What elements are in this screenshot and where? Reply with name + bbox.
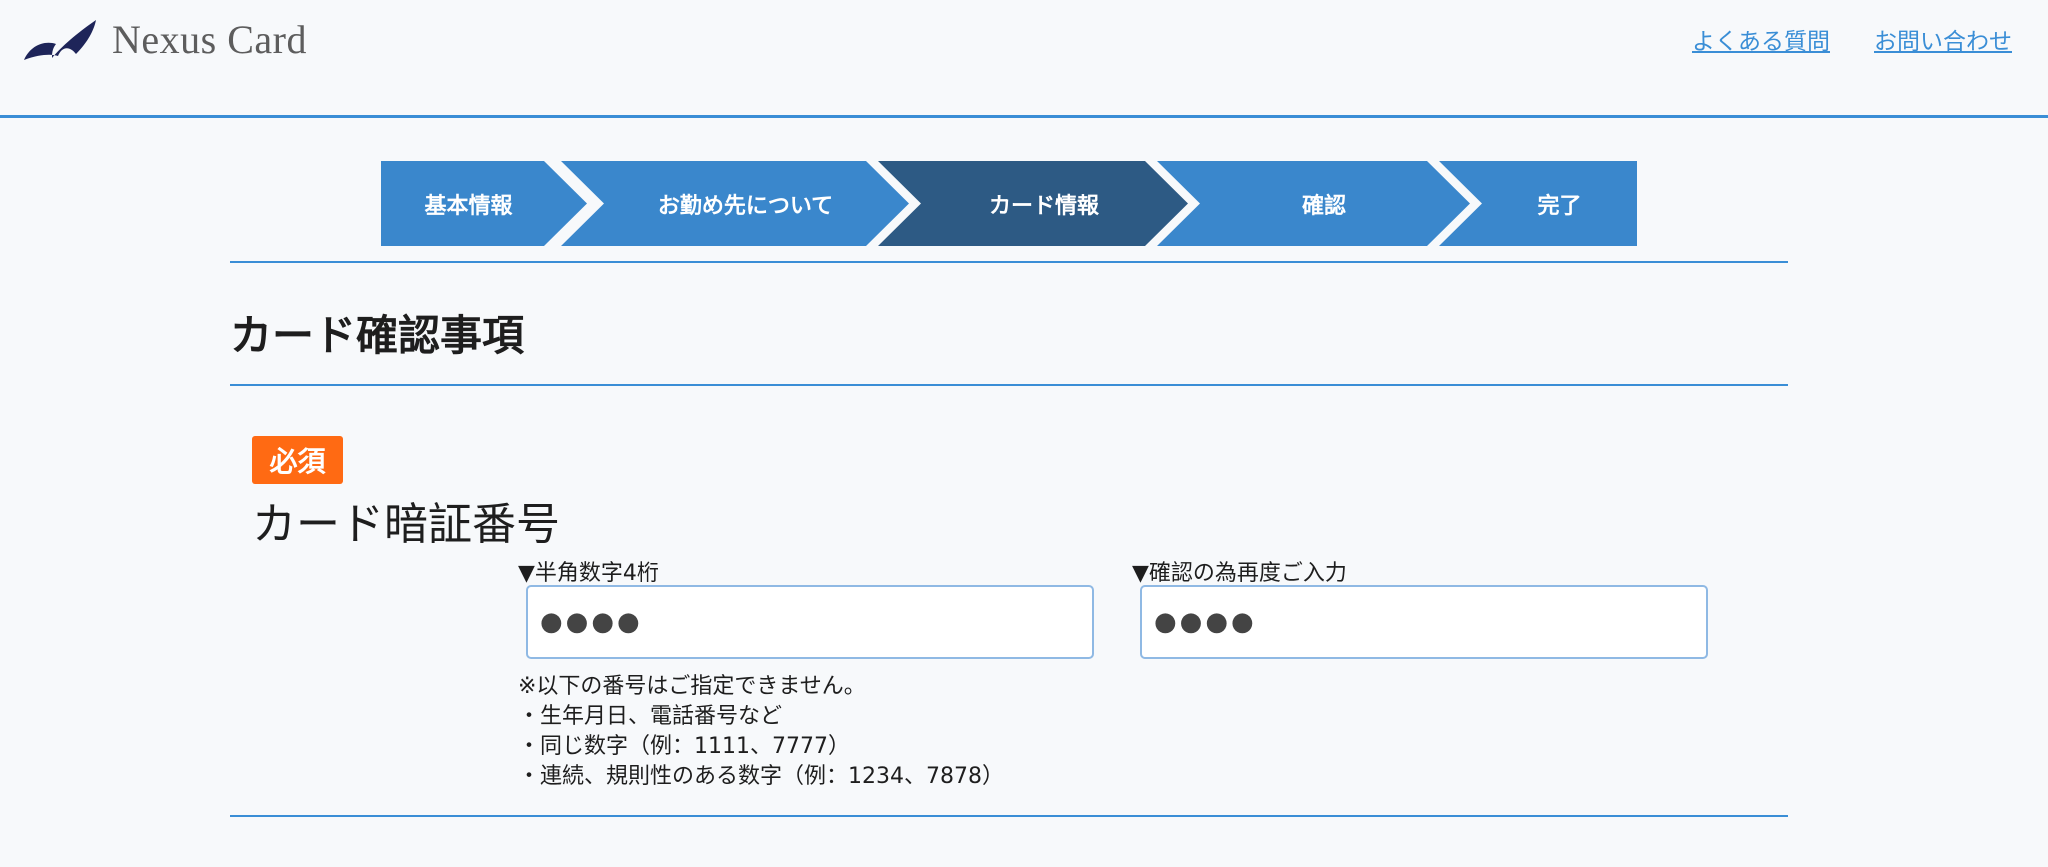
pin-confirm-input[interactable]: ●●●●: [1140, 585, 1708, 659]
required-badge: 必須: [252, 436, 343, 484]
step-employer: お勤め先について: [657, 193, 834, 219]
site-header: Nexus Card よくある質問 お問い合わせ: [0, 0, 2048, 118]
step-basic-info: 基本情報: [424, 193, 513, 219]
header-nav: よくある質問 お問い合わせ: [1692, 22, 2012, 56]
pin-confirm-value: ●●●●: [1154, 607, 1257, 637]
divider: [230, 261, 1788, 263]
progress-steps: 基本情報 お勤め先について カード情報 確認 完了: [381, 161, 1637, 246]
pin-note: ・連続、規則性のある数字（例：1234、7878）: [518, 764, 1004, 789]
section-title: カード確認事項: [230, 311, 525, 360]
contact-link[interactable]: お問い合わせ: [1874, 22, 2012, 56]
pin-input-caption: ▼半角数字4桁: [518, 561, 659, 586]
pin-field-label: カード暗証番号: [252, 499, 560, 550]
divider: [230, 815, 1788, 817]
divider: [230, 384, 1788, 386]
pin-input[interactable]: ●●●●: [526, 585, 1094, 659]
pin-notes: ※以下の番号はご指定できません。 ・生年月日、電話番号など ・同じ数字（例：11…: [518, 672, 1004, 792]
step-card-info: カード情報: [988, 193, 1099, 219]
pin-input-value: ●●●●: [540, 607, 643, 637]
bird-logo-icon: [24, 20, 96, 60]
pin-confirm-caption: ▼確認の為再度ご入力: [1132, 561, 1347, 586]
faq-link[interactable]: よくある質問: [1692, 22, 1830, 56]
step-confirm: 確認: [1301, 193, 1346, 219]
step-complete: 完了: [1537, 193, 1582, 219]
pin-note: ※以下の番号はご指定できません。: [518, 674, 866, 699]
logo[interactable]: Nexus Card: [22, 14, 307, 64]
logo-text: Nexus Card: [112, 16, 307, 62]
pin-note: ・生年月日、電話番号など: [518, 704, 783, 729]
pin-note: ・同じ数字（例：1111、7777）: [518, 734, 850, 759]
